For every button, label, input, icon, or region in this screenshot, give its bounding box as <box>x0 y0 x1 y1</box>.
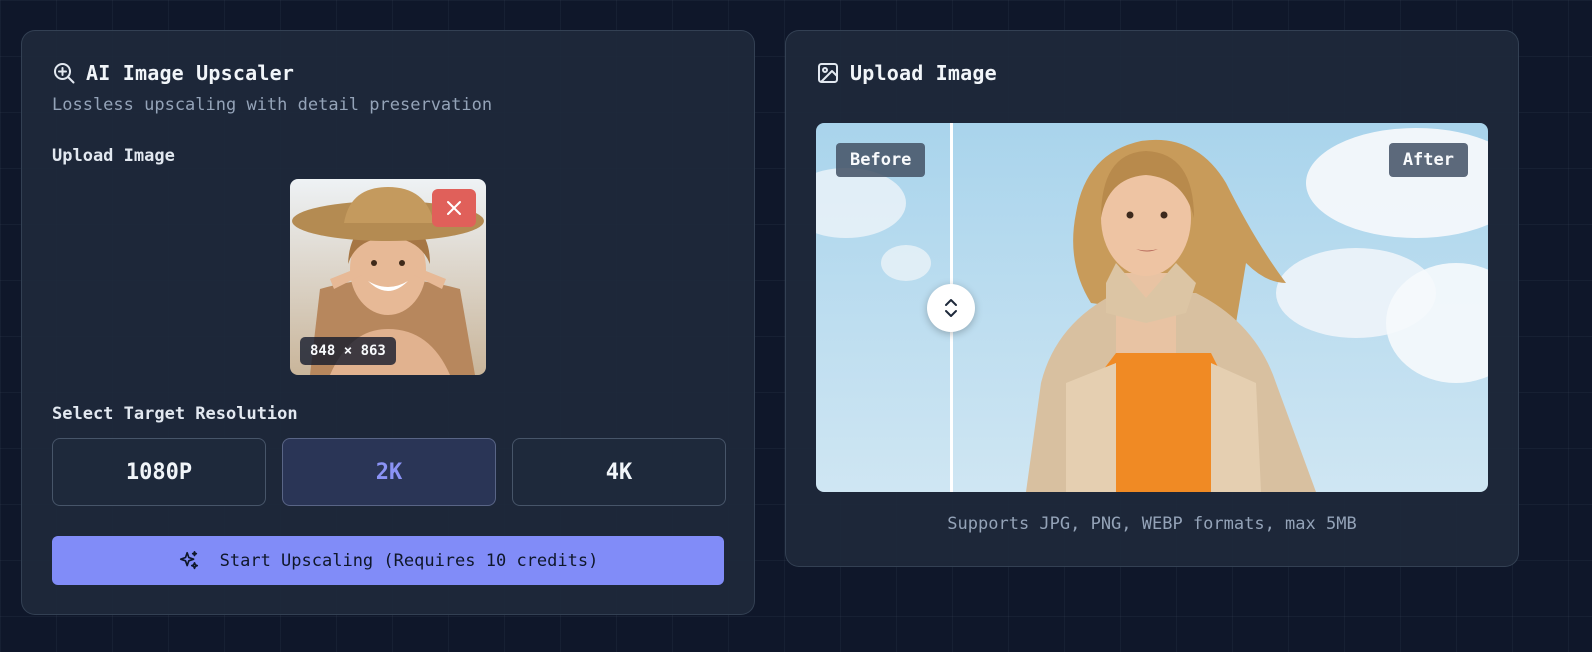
chevron-up-down-icon <box>945 299 957 317</box>
resolution-options: 1080P 2K 4K <box>52 438 726 506</box>
image-dimensions-badge: 848 × 863 <box>300 337 396 365</box>
preview-title: Upload Image <box>850 61 997 85</box>
image-icon <box>818 63 838 83</box>
sparkles-icon <box>179 550 198 569</box>
zoom-in-icon <box>54 63 75 84</box>
before-badge: Before <box>836 143 926 177</box>
uploaded-image-thumbnail[interactable]: 848 × 863 <box>290 179 486 375</box>
upscaler-title: AI Image Upscaler <box>86 61 295 85</box>
before-after-comparison[interactable]: Before After <box>816 123 1488 492</box>
upscaler-panel: AI Image Upscaler Lossless upscaling wit… <box>21 30 755 615</box>
close-icon <box>447 201 461 215</box>
remove-image-button[interactable] <box>432 189 476 227</box>
upscaler-subtitle: Lossless upscaling with detail preservat… <box>52 95 493 115</box>
resolution-2k-button[interactable]: 2K <box>282 438 496 506</box>
resolution-4k-button[interactable]: 4K <box>512 438 726 506</box>
resolution-label: Select Target Resolution <box>52 404 298 424</box>
comparison-image <box>816 123 1488 492</box>
upload-label: Upload Image <box>52 146 175 166</box>
after-badge: After <box>1388 143 1468 177</box>
start-upscaling-label: Start Upscaling (Requires 10 credits) <box>219 550 599 571</box>
supported-formats-note: Supports JPG, PNG, WEBP formats, max 5MB <box>947 514 1357 534</box>
preview-header: Upload Image <box>816 61 997 85</box>
preview-panel: Upload Image Before After Supports JPG, … <box>785 30 1519 567</box>
upscaler-header: AI Image Upscaler <box>52 61 294 85</box>
resolution-1080p-button[interactable]: 1080P <box>52 438 266 506</box>
comparison-slider-handle[interactable] <box>927 284 975 332</box>
start-upscaling-button[interactable]: Start Upscaling (Requires 10 credits) <box>52 536 724 585</box>
